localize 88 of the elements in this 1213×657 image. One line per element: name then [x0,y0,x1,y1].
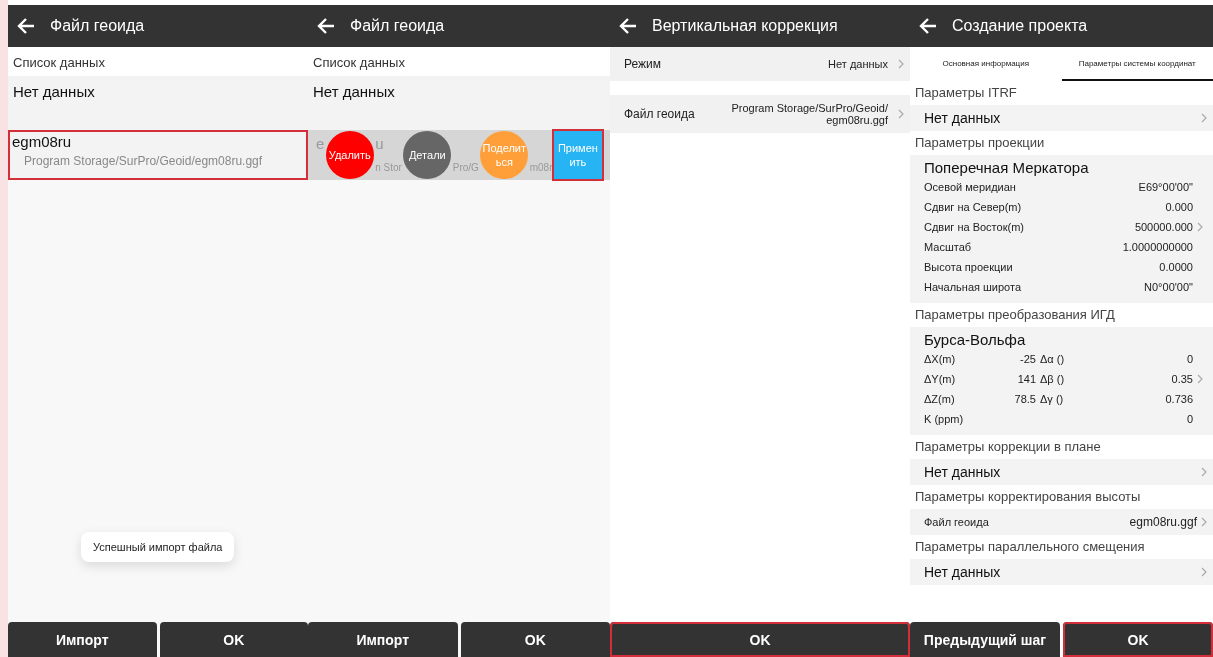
param-value: 0.35 [1171,373,1193,385]
footer-button[interactable]: Предыдущий шаг [910,622,1060,657]
settings-row[interactable]: Файл геоида Program Storage/SurPro/Geoid/ egm08ru.ggf [610,95,910,133]
param-value: 500000.000 [1134,221,1193,233]
section-header: Параметры параллельного смещения [914,538,1146,556]
back-arrow-icon[interactable] [618,16,638,36]
chevron-icon [1201,517,1207,527]
param-value: N0°00'00" [1144,281,1193,293]
list-row[interactable]: Нет данных [910,105,1213,131]
file-path-fragment: n Stor [375,162,402,173]
back-arrow-icon[interactable] [16,16,36,36]
action-button[interactable]: Удалить [325,131,374,179]
section-header: Параметры ITRF [914,84,1018,102]
back-arrow-icon[interactable] [316,16,336,36]
section-header: Параметры преобразования ИГД [914,306,1116,324]
footer-button[interactable]: OK [610,622,910,657]
param-value: 0.000 [1165,201,1193,213]
section-header: Параметры проекции [914,134,1046,152]
empty-message: Нет данных [924,110,1002,126]
file-name-fragment: e [316,135,325,152]
footer-button[interactable]: Импорт [308,622,458,657]
settings-row[interactable]: Режим Нет данных [610,47,910,81]
screen-title: Файл геоида [50,17,145,35]
param-value: 0.736 [1165,393,1193,405]
param-label: Масштаб [924,241,973,253]
empty-message: Нет данных [8,76,308,130]
section-header: Параметры корректирования высоты [914,488,1142,506]
chevron-icon [898,59,904,69]
footer-button[interactable]: OK [159,622,308,657]
file-list-item[interactable]: egm08ru Program Storage/SurPro/Geoid/egm08ru.ggf [8,130,308,180]
projection-name: Поперечная Меркатора [924,159,1090,176]
empty-message: Нет данных [924,564,1002,580]
param-label: Сдвиг на Север(m) [924,201,1023,213]
file-name: egm08ru [12,133,73,150]
setting-value: Нет данных [828,58,888,70]
param-label: Δα () [1040,353,1065,365]
back-arrow-icon[interactable] [918,16,938,36]
param-label: ΔZ(m) [924,393,956,405]
screen-title: Файл геоида [350,17,445,35]
param-label: Δγ () [1040,393,1064,405]
param-value: 0 [1186,353,1193,365]
param-label: Осевой меридиан [924,181,1017,193]
screen-title: Создание проекта [952,17,1088,35]
file-list-item[interactable]: e Удалить u n Stor Детали Pro/G Поделиться m08r Применить [308,130,610,180]
method-name: Бурса-Вольфа [924,331,1027,348]
list-row[interactable]: Нет данных [910,559,1213,585]
param-value: 0.0000 [1159,261,1193,273]
footer-button[interactable]: OK [1063,622,1213,657]
param-value: 0 [1186,413,1193,425]
param-label: Начальная широта [924,281,1023,293]
setting-label: Файл геоида [924,516,990,528]
tab[interactable]: Основная информация [910,47,1062,81]
screen-title: Вертикальная коррекция [652,17,838,35]
empty-message: Нет данных [308,76,610,130]
setting-label: Файл геоида [624,107,696,121]
setting-value: Program Storage/SurPro/Geoid/ egm08ru.ggf [730,102,888,126]
chevron-icon [1201,567,1207,577]
list-row[interactable]: Нет данных [910,459,1213,485]
tab[interactable]: Параметры системы координат [1061,47,1213,81]
param-label: K (ppm) [924,413,965,425]
chevron-icon [1201,113,1207,123]
param-label: Высота проекции [924,261,1014,273]
list-row[interactable]: Файл геоида egm08ru.ggf [910,509,1213,535]
chevron-icon [898,109,904,119]
file-name-fragment: u [375,135,384,152]
setting-label: Режим [624,57,662,71]
param-value: 1.0000000000 [1122,241,1193,253]
param-value: 78.5 [1014,393,1036,405]
file-path-fragment: Pro/G [452,162,479,173]
action-button[interactable]: Детали [403,131,452,179]
param-label: Сдвиг на Восток(m) [924,221,1025,233]
chevron-icon [1201,467,1207,477]
param-label: ΔX(m) [924,353,957,365]
empty-message: Нет данных [924,464,1002,480]
footer-button[interactable]: OK [460,622,610,657]
param-value: 141 [1017,373,1036,385]
param-value: -25 [1020,353,1036,365]
param-value: E69°00'00" [1138,181,1193,193]
setting-value: egm08ru.ggf [1129,515,1197,529]
footer-button[interactable]: Импорт [8,622,157,657]
toast-message: Успешный импорт файла [81,532,235,562]
file-path: Program Storage/SurPro/Geoid/egm08ru.ggf [23,154,264,168]
section-label: Список данных [8,47,308,76]
param-label: ΔY(m) [924,373,957,385]
param-label: Δβ () [1040,373,1065,385]
section-header: Параметры коррекции в плане [914,438,1102,456]
section-label: Список данных [308,47,610,76]
file-path-fragment: m08r [529,162,553,173]
